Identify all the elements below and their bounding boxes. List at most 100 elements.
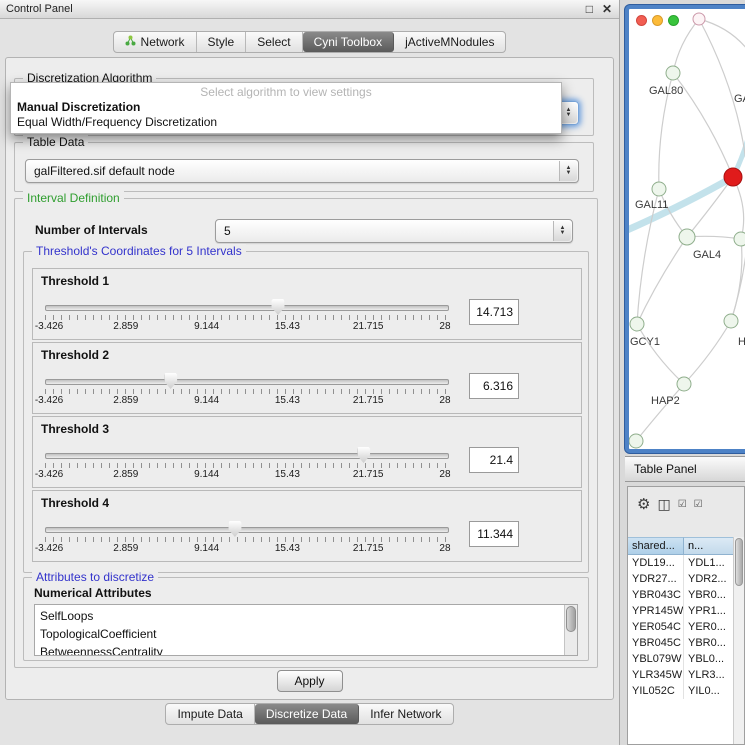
scrollbar-thumb[interactable] — [735, 538, 743, 586]
scale-label: 15.43 — [275, 543, 300, 554]
table-scrollbar[interactable] — [733, 537, 744, 744]
scale-label: 2.859 — [113, 469, 138, 480]
network-node[interactable] — [629, 434, 643, 448]
cell[interactable]: YER054C — [628, 619, 684, 635]
apply-button[interactable]: Apply — [277, 670, 343, 692]
network-node-gal11[interactable] — [652, 182, 666, 196]
threshold-1-value-field[interactable] — [469, 299, 519, 325]
cell[interactable]: YLR345W — [628, 667, 684, 683]
threshold-4-label: Threshold 4 — [41, 496, 109, 510]
tab-infer-label: Infer Network — [370, 707, 441, 721]
cyni-toolbox-panel: Discretization Algorithm Select algorith… — [5, 57, 614, 700]
table-row[interactable]: YIL052CYIL0... — [628, 683, 744, 699]
network-node[interactable] — [693, 13, 705, 25]
slider-ticks — [45, 537, 449, 542]
slider-scale: -3.4262.8599.14415.4321.71528 — [45, 321, 449, 333]
list-item[interactable]: BetweennessCentrality — [35, 643, 577, 656]
node-label-hap2: HAP2 — [651, 395, 680, 407]
table-row[interactable]: YDL19...YDL1... — [628, 555, 744, 571]
node-label-gal4: GAL4 — [693, 249, 721, 261]
network-node[interactable] — [734, 232, 745, 246]
cell[interactable]: YIL052C — [628, 683, 684, 699]
control-panel-window: Control Panel □ ✕ Network Style Select C… — [0, 0, 620, 745]
scale-label: 21.715 — [353, 543, 384, 554]
zoom-light-icon[interactable] — [668, 15, 679, 26]
slider-track[interactable] — [45, 379, 449, 385]
column-header-shared-name[interactable]: shared... — [628, 537, 684, 555]
network-node-hap2[interactable] — [677, 377, 691, 391]
dropdown-option-equal-width[interactable]: Equal Width/Frequency Discretization — [11, 115, 561, 130]
cell[interactable]: YDR27... — [628, 571, 684, 587]
scale-label: 15.43 — [275, 469, 300, 480]
tab-select[interactable]: Select — [246, 32, 302, 52]
tab-discretize-data[interactable]: Discretize Data — [255, 704, 359, 724]
tab-impute-data[interactable]: Impute Data — [166, 704, 254, 724]
network-node-selected-red[interactable] — [724, 168, 742, 186]
table-row[interactable]: YPR145WYPR1... — [628, 603, 744, 619]
tab-style[interactable]: Style — [197, 32, 247, 52]
cell[interactable]: YBR045C — [628, 635, 684, 651]
float-window-icon[interactable]: □ — [586, 0, 593, 19]
slider-thumb[interactable] — [357, 447, 370, 463]
tab-network[interactable]: Network — [114, 32, 197, 52]
network-node-gal4[interactable] — [679, 229, 695, 245]
dropdown-option-manual-discretization[interactable]: Manual Discretization — [11, 100, 561, 115]
close-window-icon[interactable]: ✕ — [602, 0, 612, 19]
cell[interactable]: YPR145W — [628, 603, 684, 619]
slider-thumb[interactable] — [164, 373, 177, 389]
cell[interactable]: YDL19... — [628, 555, 684, 571]
threshold-3-value-field[interactable] — [469, 447, 519, 473]
table-row[interactable]: YDR27...YDR2... — [628, 571, 744, 587]
network-canvas[interactable]: GAL80 GA GAL11 GAL4 GCY1 H HAP2 — [629, 9, 745, 449]
tab-infer-network[interactable]: Infer Network — [359, 704, 452, 724]
threshold-2-value-field[interactable] — [469, 373, 519, 399]
tab-select-label: Select — [257, 35, 290, 49]
tab-cyni-toolbox[interactable]: Cyni Toolbox — [303, 32, 394, 52]
checkbox-icon[interactable]: ☑ — [678, 499, 687, 510]
checkbox-icon[interactable]: ☑ — [694, 499, 703, 510]
table-row[interactable]: YER054CYER0... — [628, 619, 744, 635]
scale-label: 28 — [439, 469, 450, 480]
slider-track[interactable] — [45, 453, 449, 459]
network-edges — [629, 9, 745, 449]
network-node[interactable] — [724, 314, 738, 328]
threshold-4-panel: Threshold 4 -3.4262.8599.14415.4321.7152… — [32, 490, 582, 562]
table-row[interactable]: YLR345WYLR3... — [628, 667, 744, 683]
control-panel-titlebar: Control Panel □ ✕ — [0, 0, 619, 19]
threshold-2-label: Threshold 2 — [41, 348, 109, 362]
slider-track[interactable] — [45, 527, 449, 533]
threshold-1-slider: -3.4262.8599.14415.4321.71528 — [45, 305, 449, 333]
number-of-intervals-combobox[interactable]: 5 ▲ ▼ — [215, 219, 573, 243]
scale-label: 9.144 — [194, 469, 219, 480]
minimize-light-icon[interactable] — [652, 15, 663, 26]
dropdown-placeholder-item[interactable]: Select algorithm to view settings — [11, 85, 561, 100]
numerical-attributes-label: Numerical Attributes — [34, 586, 152, 600]
network-node-gal80[interactable] — [666, 66, 680, 80]
scrollbar-thumb[interactable] — [566, 606, 576, 632]
list-item[interactable]: SelfLoops — [35, 607, 577, 625]
interval-definition-title: Interval Definition — [23, 191, 124, 205]
number-of-intervals-label: Number of Intervals — [35, 223, 148, 237]
cell[interactable]: YBR043C — [628, 587, 684, 603]
close-light-icon[interactable] — [636, 15, 647, 26]
table-data-combobox[interactable]: galFiltered.sif default node ▲ ▼ — [25, 159, 579, 183]
table-row[interactable]: YBR043CYBR0... — [628, 587, 744, 603]
columns-icon[interactable]: ◫ — [657, 496, 670, 513]
slider-ticks — [45, 389, 449, 394]
tab-jactivemnodules[interactable]: jActiveMNodules — [394, 32, 505, 52]
table-row[interactable]: YBL079WYBL0... — [628, 651, 744, 667]
list-scrollbar[interactable] — [564, 605, 577, 655]
cell[interactable]: YBL079W — [628, 651, 684, 667]
gear-icon[interactable]: ⚙ — [637, 495, 650, 513]
list-item[interactable]: TopologicalCoefficient — [35, 625, 577, 643]
slider-track[interactable] — [45, 305, 449, 311]
threshold-1-label: Threshold 1 — [41, 274, 109, 288]
screen: Control Panel □ ✕ Network Style Select C… — [0, 0, 745, 745]
slider-thumb[interactable] — [228, 521, 241, 537]
network-view-window: GAL80 GA GAL11 GAL4 GCY1 H HAP2 — [625, 5, 745, 453]
slider-thumb[interactable] — [272, 299, 285, 315]
network-node-gcy1[interactable] — [630, 317, 644, 331]
threshold-4-value-field[interactable] — [469, 521, 519, 547]
interval-definition-group: Interval Definition Number of Intervals … — [14, 198, 598, 668]
table-row[interactable]: YBR045CYBR0... — [628, 635, 744, 651]
